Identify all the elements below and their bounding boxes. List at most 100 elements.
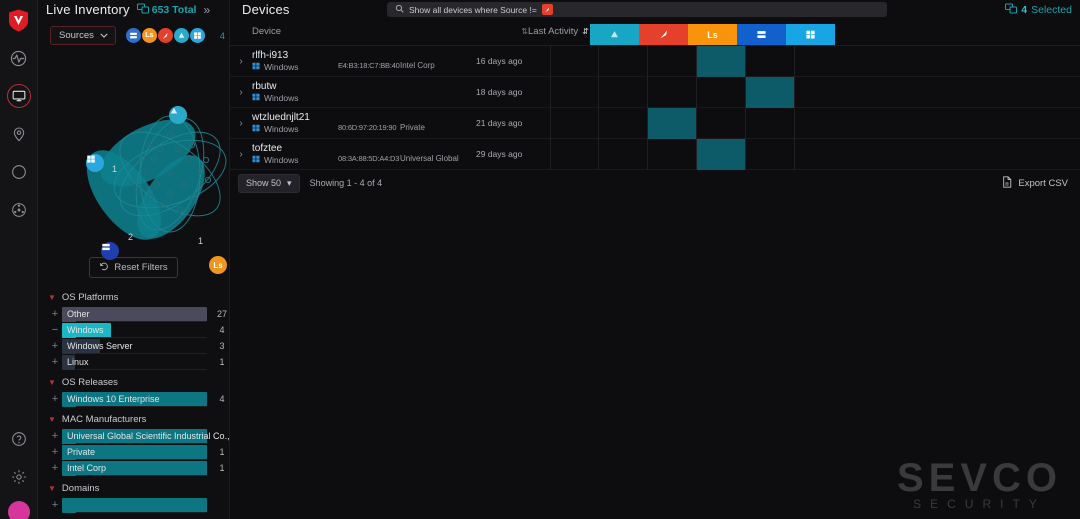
chevron-down-icon: ▼ xyxy=(48,377,56,387)
page-size-dropdown[interactable]: Show 50 ▾ xyxy=(238,173,300,193)
table-row[interactable]: › rbutw Windows 18 days ago xyxy=(230,77,1080,108)
source-cell[interactable] xyxy=(599,77,648,108)
source-cell[interactable] xyxy=(746,77,795,108)
table-row[interactable]: › wtzluednjlt21 Windows 80:6D:97:20:19:90 Pr… xyxy=(230,108,1080,139)
filter-row[interactable]: + xyxy=(48,497,229,513)
venn-badge-cone[interactable] xyxy=(169,106,187,124)
source-badge-windows[interactable] xyxy=(189,28,205,43)
column-header-device[interactable]: Device xyxy=(230,18,454,45)
filter-toggle-icon[interactable]: + xyxy=(48,308,62,320)
col-source-windows[interactable] xyxy=(786,24,835,45)
filter-row[interactable]: + Windows 10 Enterprise 4 xyxy=(48,391,229,407)
chevron-right-icon[interactable]: › xyxy=(230,108,252,138)
source-cell[interactable] xyxy=(599,139,648,170)
filter-group-header[interactable]: ▼ MAC Manufacturers xyxy=(48,414,229,425)
device-os: Windows xyxy=(252,93,338,103)
source-badge-cone[interactable] xyxy=(173,28,189,43)
chevron-double-right-icon[interactable]: » xyxy=(203,3,210,17)
export-csv-button[interactable]: Export CSV xyxy=(1002,175,1068,191)
windows-icon xyxy=(252,62,260,72)
source-cell[interactable] xyxy=(550,139,599,170)
source-cell[interactable] xyxy=(697,77,746,108)
filter-row[interactable]: + Intel Corp 1 xyxy=(48,460,229,476)
chevron-down-icon: ▼ xyxy=(48,483,56,493)
watermark-brand: SEVCO xyxy=(896,456,1062,500)
filter-toggle-icon[interactable]: − xyxy=(48,324,62,336)
filter-row[interactable]: − Windows 4 xyxy=(48,322,229,338)
filter-toggle-icon[interactable]: + xyxy=(48,446,62,458)
filter-group-header[interactable]: ▼ OS Platforms xyxy=(48,292,229,303)
filter-group-header[interactable]: ▼ Domains xyxy=(48,483,229,494)
filter-separator xyxy=(76,511,207,513)
filter-label: Linux xyxy=(67,356,89,367)
source-cell[interactable] xyxy=(648,139,697,170)
filter-toggle-icon[interactable]: + xyxy=(48,462,62,474)
device-manufacturer xyxy=(400,77,476,107)
filter-bar-area: Intel Corp xyxy=(62,460,207,476)
filter-toggle-icon[interactable]: + xyxy=(48,499,62,511)
sources-dropdown[interactable]: Sources xyxy=(50,26,116,45)
reset-filters-button[interactable]: Reset Filters xyxy=(89,257,178,278)
source-cells xyxy=(550,77,795,108)
source-cell[interactable] xyxy=(599,46,648,77)
device-cell: wtzluednjlt21 Windows xyxy=(252,108,338,138)
table-row[interactable]: › rlfh-i913 Windows E4:B3:18:C7:BB:40 Intel … xyxy=(230,46,1080,77)
source-swoosh-chip[interactable] xyxy=(541,4,553,15)
source-overlap-venn[interactable]: Ls 1 2 1 xyxy=(38,45,262,274)
source-cell[interactable] xyxy=(746,139,795,170)
source-badge-m[interactable] xyxy=(125,28,141,43)
chevron-right-icon[interactable]: › xyxy=(230,46,252,76)
activity-pulse-icon[interactable] xyxy=(7,46,31,70)
venn-badge-windows[interactable] xyxy=(86,154,104,172)
filter-group-header[interactable]: ▼ OS Releases xyxy=(48,377,229,388)
help-circle-icon[interactable] xyxy=(7,427,31,451)
source-cell[interactable] xyxy=(648,77,697,108)
devices-monitor-icon[interactable] xyxy=(6,84,31,108)
gear-icon[interactable] xyxy=(7,465,31,489)
filter-row[interactable]: + Linux 1 xyxy=(48,354,229,370)
column-header-activity[interactable]: Last Activity ⇵ xyxy=(528,18,590,45)
venn-badge-ls[interactable]: Ls xyxy=(209,256,227,274)
source-badge-swoosh[interactable] xyxy=(157,28,173,43)
moon-coverage-icon[interactable] xyxy=(7,160,31,184)
source-cell[interactable] xyxy=(697,108,746,139)
source-cell[interactable] xyxy=(599,108,648,139)
col-source-swoosh[interactable] xyxy=(639,24,688,45)
source-cell[interactable] xyxy=(697,46,746,77)
sort-device-control[interactable]: ⇅ xyxy=(454,18,528,45)
device-os: Windows xyxy=(252,155,338,165)
source-cell[interactable] xyxy=(648,108,697,139)
filter-toggle-icon[interactable]: + xyxy=(48,430,62,442)
column-header-activity-label: Last Activity xyxy=(528,26,579,37)
filter-toggle-icon[interactable]: + xyxy=(48,393,62,405)
source-cell[interactable] xyxy=(746,108,795,139)
device-name: rlfh-i913 xyxy=(252,50,289,61)
app-root: Live Inventory 653 Total » Sources Ls 4 … xyxy=(0,0,1080,519)
filter-toggle-icon[interactable]: + xyxy=(48,356,62,368)
source-cell[interactable] xyxy=(697,139,746,170)
sevco-shield-logo[interactable] xyxy=(8,8,30,32)
search-input[interactable]: Show all devices where Source != xyxy=(387,2,887,17)
filter-row[interactable]: + Windows Server 3 xyxy=(48,338,229,354)
source-cell[interactable] xyxy=(550,108,599,139)
table-row[interactable]: › tofztee Windows 08:3A:88:5D:A4:D3 Universa… xyxy=(230,139,1080,170)
col-source-ls[interactable]: Ls xyxy=(688,24,737,45)
filter-bar-area: Private xyxy=(62,444,207,460)
filter-row[interactable]: + Other 27 xyxy=(48,306,229,322)
source-badge-ls[interactable]: Ls xyxy=(141,28,157,43)
filter-toggle-icon[interactable]: + xyxy=(48,340,62,352)
col-source-m[interactable] xyxy=(737,24,786,45)
avatar[interactable] xyxy=(7,501,30,519)
source-cell[interactable] xyxy=(550,46,599,77)
network-hub-icon[interactable] xyxy=(7,198,31,222)
source-cell[interactable] xyxy=(648,46,697,77)
filter-row[interactable]: + Private 1 xyxy=(48,444,229,460)
col-source-cone[interactable] xyxy=(590,24,639,45)
source-cell[interactable] xyxy=(550,77,599,108)
location-pin-icon[interactable] xyxy=(7,122,31,146)
filter-row[interactable]: + Universal Global Scientific Industrial … xyxy=(48,428,242,444)
venn-badge-m[interactable] xyxy=(101,242,119,260)
chevron-right-icon[interactable]: › xyxy=(230,139,252,169)
source-cell[interactable] xyxy=(746,46,795,77)
chevron-right-icon[interactable]: › xyxy=(230,77,252,107)
